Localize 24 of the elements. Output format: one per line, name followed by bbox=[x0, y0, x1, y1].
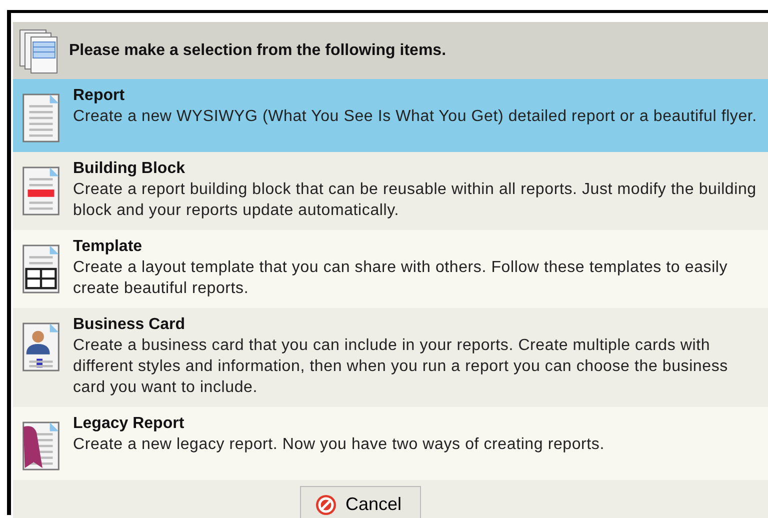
ribbon-document-icon bbox=[21, 421, 61, 471]
option-description: Create a layout template that you can share with others. Follow these templates to easily create beautiful reports. bbox=[73, 258, 729, 299]
option-description: Create a new WYSIWYG (What You See Is What You Get) detailed report or a beautiful flyer. bbox=[73, 107, 757, 127]
document-icon bbox=[21, 93, 61, 143]
option-title: Template bbox=[73, 237, 144, 257]
dialog-prompt: Please make a selection from the following items. bbox=[69, 42, 446, 60]
option-title: Legacy Report bbox=[73, 414, 186, 434]
option-row[interactable]: Legacy Report Create a new legacy report. Now you have two ways of creating reports. bbox=[13, 407, 768, 480]
document-band-icon bbox=[21, 166, 61, 216]
option-row[interactable]: Template Create a layout template that you can share with others. Follow these templates to easily create beautiful reports. bbox=[13, 230, 768, 308]
option-title: Report bbox=[73, 86, 126, 106]
option-description: Create a new legacy report. Now you have two ways of creating reports. bbox=[73, 435, 604, 455]
document-grid-icon bbox=[21, 244, 61, 294]
option-description: Create a business card that you can include in your reports. Create multiple cards with different styles and information, then when you run a report you can choose the business card you want to include. bbox=[73, 336, 729, 398]
option-description: Create a report building block that can be reusable within all reports. Just modify the building block and your reports update automatically. bbox=[73, 180, 758, 221]
option-row[interactable] bbox=[13, 308, 768, 407]
option-row[interactable]: Report Create a new WYSIWYG (What You See Is What You Get) detailed report or a beautiful flyer. bbox=[13, 79, 768, 152]
business-card-icon bbox=[21, 322, 61, 372]
option-row[interactable]: Building Block Create a report building block that can be reusable within all reports. Just modify the building block and your reports update automatically. bbox=[13, 152, 768, 230]
option-title: Building Block bbox=[73, 159, 186, 179]
cancel-button[interactable]: Cancel bbox=[300, 486, 421, 518]
option-title: Business Card bbox=[73, 315, 186, 335]
documents-stack-icon bbox=[19, 28, 59, 74]
prohibited-icon bbox=[315, 494, 338, 516]
